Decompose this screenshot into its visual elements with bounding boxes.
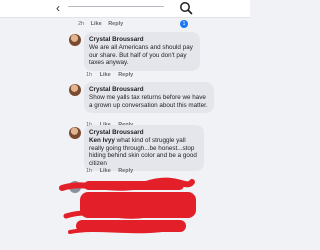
avatar[interactable] [69, 34, 81, 46]
like-link[interactable]: Like [100, 72, 111, 78]
avatar[interactable] [69, 127, 81, 139]
comment-time: 2h [78, 21, 85, 27]
comment-author[interactable]: Crystal Broussard [89, 129, 199, 136]
like-link[interactable]: Like [100, 168, 111, 174]
comment-bubble: Crystal Broussard Ken Ivyy what kind of … [84, 125, 204, 172]
like-count-badge: 1 [180, 20, 188, 28]
reply-link[interactable]: Reply [118, 72, 133, 78]
comment-text: Show me yalls tax returns before we have… [89, 94, 208, 109]
search-icon[interactable] [178, 0, 194, 16]
avatar[interactable] [69, 84, 81, 96]
reply-link[interactable]: Reply [108, 21, 123, 27]
comment-time: 1h [86, 168, 93, 174]
previous-comment-actions: 2h Like Reply [78, 21, 128, 27]
comment-text: We are all Americans and should pay our … [89, 44, 193, 67]
mention-link[interactable]: Ken Ivyy [89, 137, 115, 144]
redaction-scribble [59, 177, 195, 234]
comment-actions: 1h Like Reply [86, 168, 139, 174]
comment-bubble: Crystal Broussard We are all Americans a… [84, 32, 200, 71]
comment-author[interactable]: Crystal Broussard [89, 86, 209, 93]
redacted-top-line [68, 6, 164, 7]
back-arrow-icon[interactable]: ‹ [56, 2, 60, 14]
reply-link[interactable]: Reply [118, 168, 133, 174]
comment-author[interactable]: Crystal Broussard [89, 36, 195, 43]
comment-bubble: Crystal Broussard Show me yalls tax retu… [84, 82, 214, 114]
comment-actions: 1h Like Reply [86, 72, 139, 78]
like-link[interactable]: Like [91, 21, 102, 27]
comment-time: 1h [86, 72, 93, 78]
top-bar: ‹ [0, 0, 250, 18]
